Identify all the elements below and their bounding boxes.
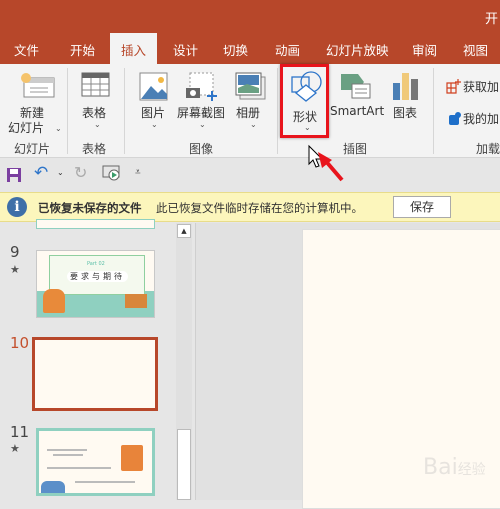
illustration-children [43,289,65,313]
slide-number: 9 [10,243,20,261]
chevron-down-icon: ⌄ [94,120,101,129]
chart-button[interactable]: 图表 [390,68,422,120]
smartart-button[interactable]: SmartArt [330,68,385,118]
illustration-pencil-pot [121,445,143,471]
group-label-addins: 加载 [476,142,500,156]
table-button[interactable]: 表格 ⌄ [78,68,118,134]
tab-home[interactable]: 开始 [70,40,95,59]
screenshot-label: 屏幕截图 [177,106,226,120]
screenshot-icon [186,72,217,101]
album-label: 相册 [236,106,261,120]
start-slideshow-icon[interactable] [102,165,122,183]
customize-qat-icon[interactable]: ⩡ [135,167,141,178]
addins-store-icon [446,79,461,94]
picture-label: 图片 [141,106,166,120]
chevron-down-icon: ⌄ [199,120,206,129]
recovered-file-infobar: i 已恢复未保存的文件 此已恢复文件临时存储在您的计算机中。 保存 [0,192,500,222]
chevron-down-icon: ⌄ [304,123,311,132]
illustration-person [41,481,65,493]
slide-thumbnail-panel: 9 ★ Part 02 要求与期待 10 11 ★ ▲ [0,219,193,500]
tab-design[interactable]: 设计 [173,40,198,59]
picture-button[interactable]: 图片 ⌄ [137,68,171,134]
chevron-down-icon: ⌄ [151,120,158,129]
new-slide-label-2: 幻灯片 [8,121,45,135]
slide-thumbnail-11[interactable] [36,428,155,496]
slide-thumbnail-9[interactable]: Part 02 要求与期待 [36,250,155,318]
animation-star-icon: ★ [10,442,20,455]
animation-star-icon: ★ [10,263,20,276]
new-slide-button[interactable]: 新建 幻灯片 ⌄ [8,68,62,148]
quick-access-toolbar: ↶ ⌄ ↻ ⩡ [0,158,500,192]
ribbon-tabs: 文件 开始 插入 设计 切换 动画 幻灯片放映 审阅 视图 [0,33,500,64]
illustration-desk [125,294,147,308]
smartart-icon [341,74,371,99]
slide-thumbnail-10-selected[interactable] [32,337,158,411]
undo-icon[interactable]: ↶ [34,163,48,183]
table-label: 表格 [82,106,107,120]
photo-album-button[interactable]: 相册 ⌄ [233,68,267,134]
screenshot-button[interactable]: 屏幕截图 ⌄ [177,68,227,134]
redo-icon: ↻ [74,163,88,182]
tab-file[interactable]: 文件 [14,40,39,59]
slide-thumbnail-8[interactable] [36,219,155,229]
slide-number: 11 [10,423,30,441]
watermark-logo: Bai经验 [423,455,486,480]
divider [67,68,68,154]
chart-label: 图表 [393,106,418,120]
smartart-label: SmartArt [330,104,385,118]
divider [277,68,278,154]
group-label-table: 表格 [82,142,107,156]
my-addins-label: 我的加 [463,112,500,126]
tab-review[interactable]: 审阅 [412,40,437,59]
info-icon: i [7,197,27,217]
slide-heading: 要求与期待 [67,271,128,282]
tab-view[interactable]: 视图 [463,40,488,59]
infobar-message: 此已恢复文件临时存储在您的计算机中。 [156,201,363,215]
current-slide-canvas[interactable]: Bai经验 [302,229,500,509]
slide-title: Part 02 [87,261,105,267]
scrollbar-thumb[interactable] [177,429,191,500]
slide-number: 10 [10,334,30,352]
get-addins-button[interactable]: 获取加 [444,76,500,96]
annotation-arrow-icon [308,144,344,182]
photo-album-icon [235,72,266,100]
chevron-down-icon: ⌄ [250,120,257,129]
shapes-icon [291,71,322,102]
save-button[interactable]: 保存 [393,196,451,218]
save-icon[interactable] [6,167,22,183]
title-bar: 开 [0,0,500,33]
slide-editor: Bai经验 [195,223,500,509]
group-label-images: 图像 [189,142,214,156]
tab-transitions[interactable]: 切换 [223,40,248,59]
tab-slideshow[interactable]: 幻灯片放映 [326,40,389,59]
scroll-up-icon[interactable]: ▲ [177,224,191,238]
window-title: 开 [484,12,498,27]
my-addins-button[interactable]: 我的加 [444,108,500,128]
picture-icon [139,72,168,101]
group-label-slides: 幻灯片 [14,142,51,156]
divider [124,68,125,154]
thumbnail-scrollbar[interactable]: ▲ [176,223,192,500]
undo-dropdown-icon[interactable]: ⌄ [57,168,64,177]
tab-animations[interactable]: 动画 [275,40,300,59]
new-slide-icon [21,73,55,98]
get-addins-label: 获取加 [463,80,500,94]
shapes-button[interactable]: 形状 ⌄ [280,64,329,138]
my-addins-icon [449,112,461,125]
divider [433,68,434,154]
chart-icon [393,73,418,100]
infobar-title: 已恢复未保存的文件 [38,201,142,215]
tab-insert[interactable]: 插入 [110,33,158,64]
table-icon [81,72,110,97]
chevron-down-icon: ⌄ [55,124,62,133]
